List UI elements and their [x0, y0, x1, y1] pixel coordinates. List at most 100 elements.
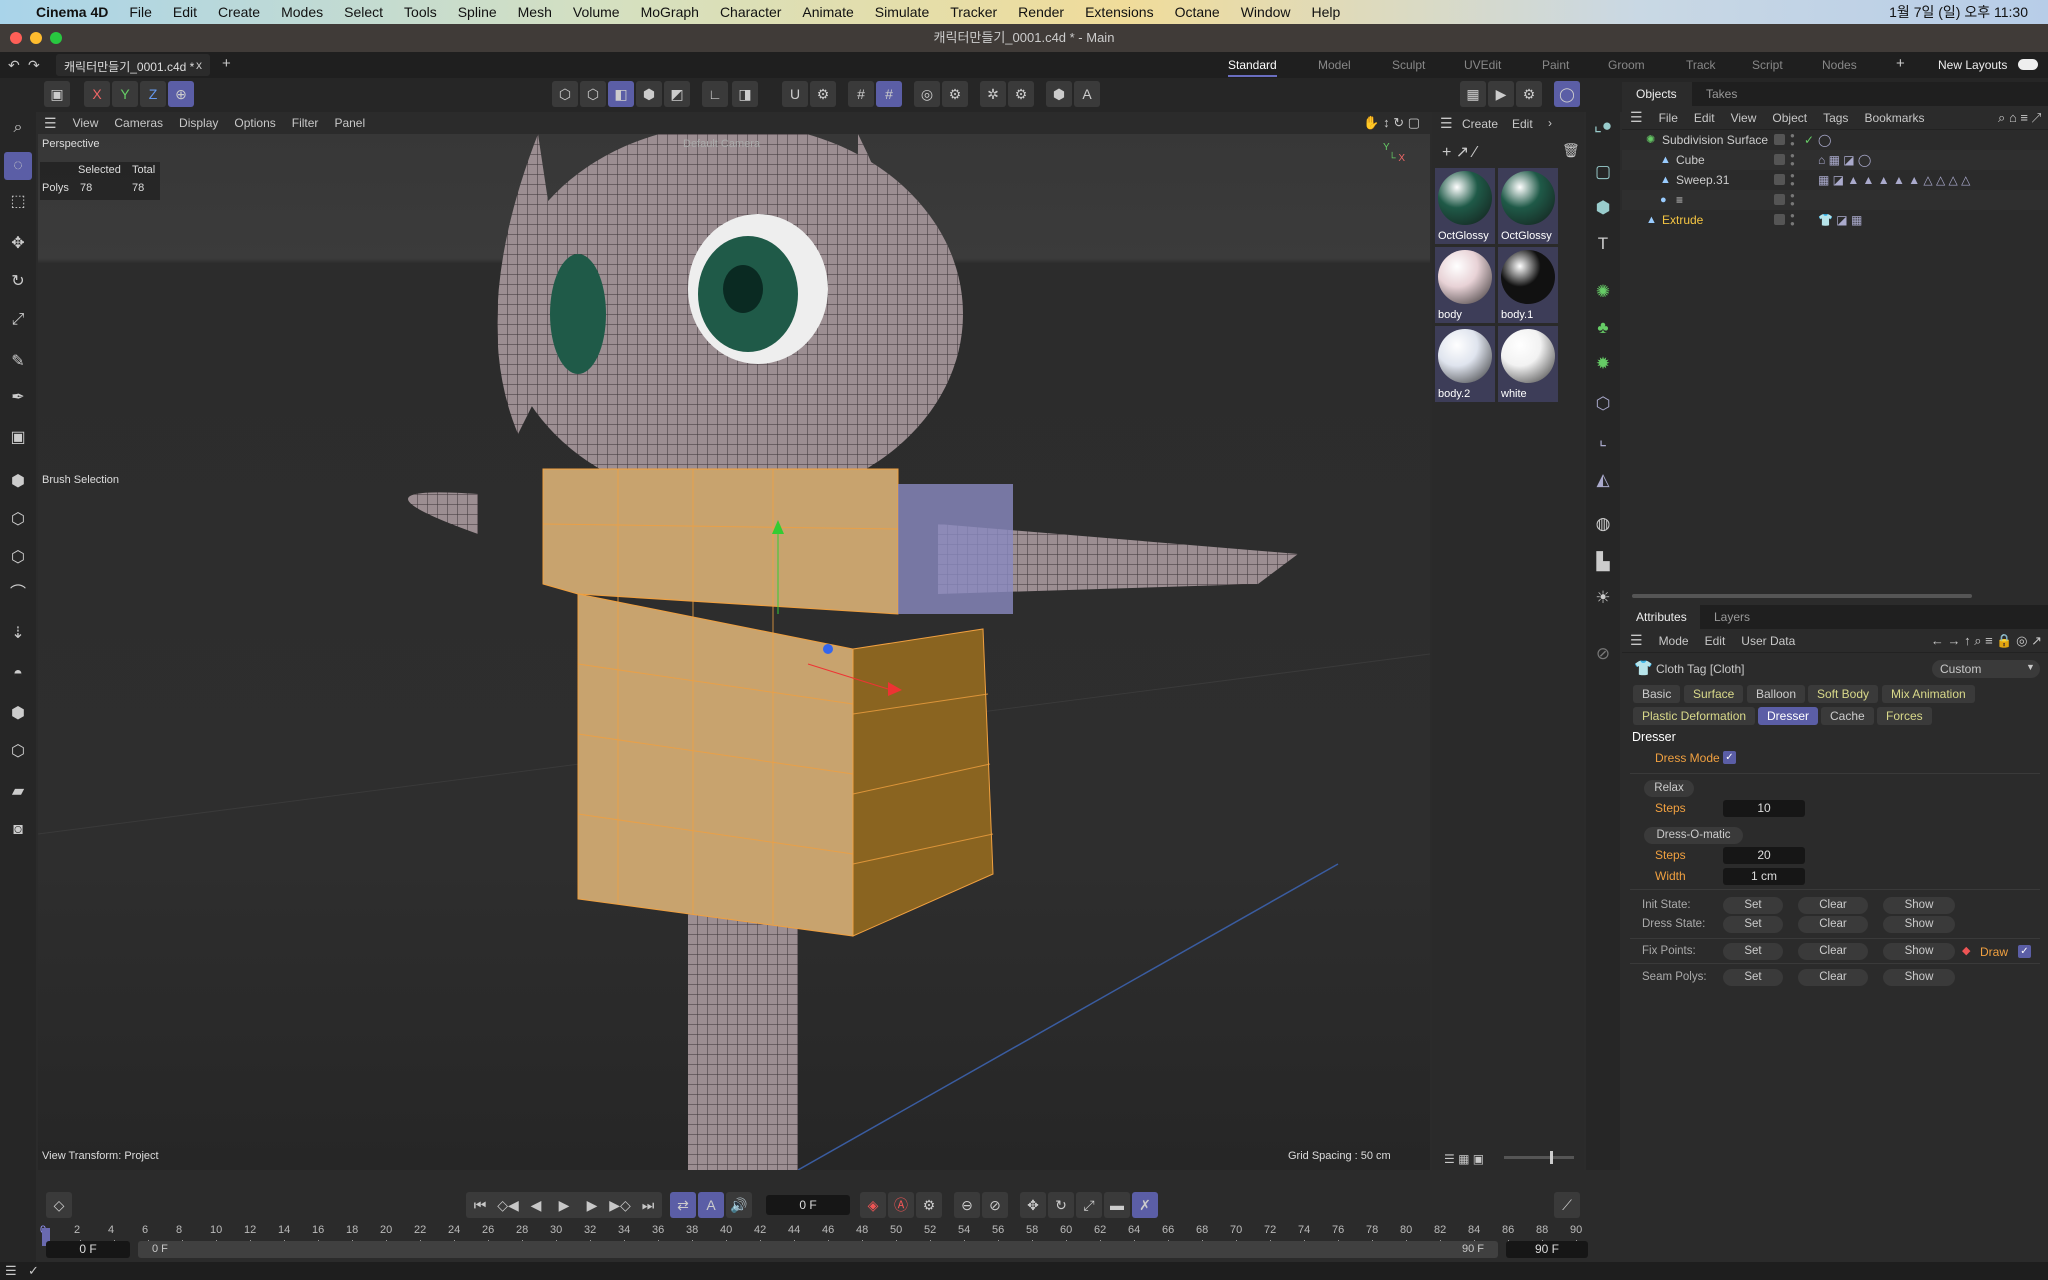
tab-takes[interactable]: Takes [1692, 82, 2048, 106]
render-settings-icon[interactable]: ⚙ [1516, 81, 1542, 107]
z-axis-toggle[interactable]: Z [140, 81, 166, 107]
menu-file[interactable]: File [129, 4, 152, 20]
preset-dropdown[interactable]: Custom ▼ [1932, 660, 2040, 678]
previous-frame-icon[interactable]: ◀ [522, 1192, 550, 1218]
viewport-menu-options[interactable]: Options [234, 116, 275, 130]
width-field[interactable]: 1 cm [1723, 868, 1805, 885]
redo-icon[interactable]: ↷ [28, 57, 40, 74]
menu-extensions[interactable]: Extensions [1085, 4, 1153, 20]
object-tags[interactable]: ◯ [1818, 130, 1831, 150]
attribute-menu-mode[interactable]: Mode [1659, 634, 1689, 648]
menu-octane[interactable]: Octane [1175, 4, 1220, 20]
texture-mode-icon[interactable]: ⬢ [4, 700, 32, 728]
add-layout-button[interactable]: + [1896, 55, 1905, 72]
selection-filter-icon[interactable]: ⬚ [4, 188, 32, 216]
clear-button[interactable]: Clear [1798, 943, 1868, 960]
attr-tab-soft-body[interactable]: Soft Body [1808, 685, 1879, 703]
move-icon[interactable]: ✥ [4, 230, 32, 258]
clear-button[interactable]: Clear [1798, 897, 1868, 914]
draw-checkbox[interactable]: ✓ [2018, 945, 2031, 958]
chevron-right-icon[interactable]: › [1548, 116, 1552, 130]
layout-tab-standard[interactable]: Standard [1228, 58, 1277, 77]
model-mode-icon[interactable]: ⬢ [636, 81, 662, 107]
menu-spline[interactable]: Spline [458, 4, 497, 20]
key-pla-icon[interactable]: ✗ [1132, 1192, 1158, 1218]
symmetry-icon[interactable]: ◎ [914, 81, 940, 107]
object-tags[interactable]: ⌂ ▦ ◪ ◯ [1818, 150, 1871, 170]
object-name[interactable]: Sweep.31 [1676, 170, 1729, 190]
x-axis-toggle[interactable]: X [84, 81, 110, 107]
tab-objects[interactable]: Objects [1622, 82, 1691, 106]
y-axis-toggle[interactable]: Y [112, 81, 138, 107]
domatic-steps-field[interactable]: 20 [1723, 847, 1805, 864]
dress-mode-checkbox[interactable]: ✓ [1723, 751, 1736, 764]
attr-tab-forces[interactable]: Forces [1877, 707, 1932, 725]
menu-render[interactable]: Render [1018, 4, 1064, 20]
start-frame-field[interactable]: 0 F [46, 1241, 130, 1258]
go-to-end-icon[interactable]: ⏭ [634, 1192, 662, 1218]
cube-icon[interactable]: ⬢ [1589, 194, 1617, 222]
set-button[interactable]: Set [1723, 943, 1783, 960]
thumbnail-size-slider[interactable] [1504, 1151, 1574, 1164]
layout-tab-sculpt[interactable]: Sculpt [1392, 58, 1425, 72]
uv-mode-icon[interactable]: ◩ [664, 81, 690, 107]
hamburger-icon[interactable]: ☰ [5, 1263, 17, 1279]
octane-icon[interactable]: ⬢ [1046, 81, 1072, 107]
current-frame-field[interactable]: 0 F [766, 1195, 850, 1215]
tab-attributes[interactable]: Attributes [1622, 605, 1701, 629]
range-slider[interactable]: 0 F 90 F [138, 1241, 1498, 1258]
show-button[interactable]: Show [1883, 916, 1955, 933]
spline-pen-icon[interactable]: ✒ [4, 384, 32, 412]
workplane-icon[interactable]: ⬡ [4, 738, 32, 766]
grid-icon[interactable]: # [848, 81, 874, 107]
hamburger-icon[interactable]: ☰ [1630, 109, 1643, 126]
autokey-icon[interactable]: Ⓐ [888, 1192, 914, 1218]
render-dots-icon[interactable]: ● ● [1790, 192, 1795, 208]
next-frame-icon[interactable]: ▶ [578, 1192, 606, 1218]
scale-icon[interactable]: ⤢ [4, 306, 32, 334]
live-selection-icon[interactable]: ◌ [4, 152, 32, 180]
material-swatch[interactable]: OctGlossy [1435, 168, 1495, 244]
set-button[interactable]: Set [1723, 897, 1783, 914]
menu-edit[interactable]: Edit [173, 4, 197, 20]
viewport-menu-view[interactable]: View [73, 116, 99, 130]
key-rotate-icon[interactable]: ↻ [1048, 1192, 1074, 1218]
extrude-icon[interactable]: ⬢ [4, 468, 32, 496]
camera-icon[interactable]: ◙ [4, 816, 32, 844]
layout-tab-script[interactable]: Script [1752, 58, 1783, 72]
polygons-mode-icon[interactable]: ◧ [608, 81, 634, 107]
visibility-toggle[interactable] [1774, 174, 1785, 185]
view-name[interactable]: Perspective [42, 138, 99, 150]
keyframe-diamond-icon[interactable]: ◆ [1962, 944, 1970, 957]
go-to-start-icon[interactable]: ⏮ [466, 1192, 494, 1218]
snap-settings-icon[interactable]: ⚙ [810, 81, 836, 107]
key-settings-icon[interactable]: ⚙ [916, 1192, 942, 1218]
menu-character[interactable]: Character [720, 4, 781, 20]
octane-live-viewer-icon[interactable]: ◯ [1554, 81, 1580, 107]
new-layouts-toggle[interactable] [2018, 59, 2038, 70]
key-position-icon[interactable]: ⊖ [954, 1192, 980, 1218]
attr-tab-balloon[interactable]: Balloon [1747, 685, 1806, 703]
show-button[interactable]: Show [1883, 943, 1955, 960]
show-button[interactable]: Show [1883, 897, 1955, 914]
add-icon[interactable]: + ↗ ⁄ [1442, 142, 1476, 162]
knife-icon[interactable]: ⇣ [4, 620, 32, 648]
relax-steps-field[interactable]: 10 [1723, 800, 1805, 817]
keyframe-icon[interactable]: ◇ [46, 1192, 72, 1218]
coordinate-system-icon[interactable]: ⊕ [168, 81, 194, 107]
menu-tools[interactable]: Tools [404, 4, 437, 20]
attr-tab-surface[interactable]: Surface [1684, 685, 1744, 703]
layout-tab-track[interactable]: Track [1686, 58, 1716, 72]
material-swatch[interactable]: body.1 [1498, 247, 1558, 323]
viewport-menu-filter[interactable]: Filter [292, 116, 319, 130]
solo-icon[interactable]: ◨ [732, 81, 758, 107]
object-menu-object[interactable]: Object [1772, 111, 1807, 125]
material-menu-create[interactable]: Create [1462, 117, 1498, 131]
view-mode-icons[interactable]: ☰ ▦ ▣ [1444, 1152, 1484, 1166]
camera-name[interactable]: Default Camera [683, 138, 760, 150]
set-button[interactable]: Set [1723, 969, 1783, 986]
end-frame-field[interactable]: 90 F [1506, 1241, 1588, 1258]
object-name[interactable]: Extrude [1662, 210, 1703, 230]
visibility-toggle[interactable] [1774, 214, 1785, 225]
text-icon[interactable]: T [1589, 230, 1617, 258]
